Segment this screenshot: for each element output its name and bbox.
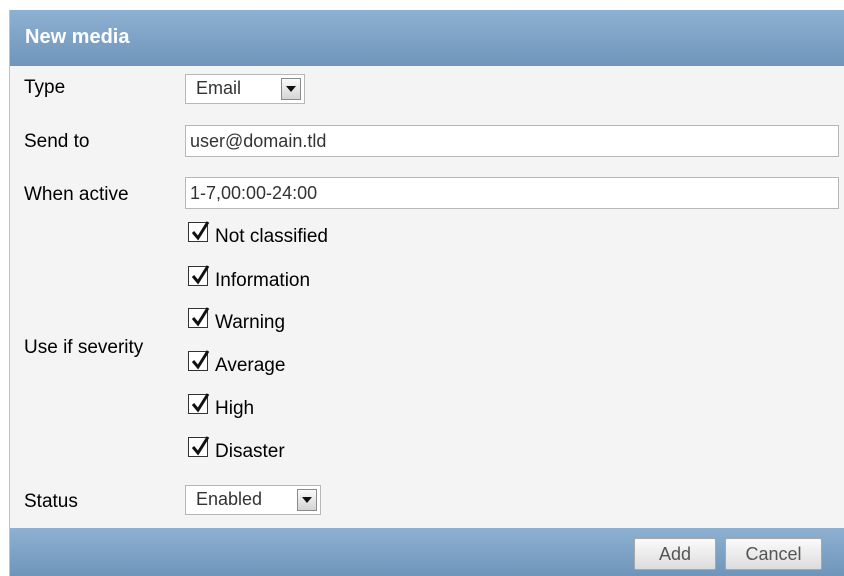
checkbox-checked[interactable] — [188, 221, 210, 242]
status-select[interactable]: Enabled — [185, 485, 321, 515]
dialog-footer: Add Cancel — [10, 528, 844, 576]
checkbox-checked[interactable] — [188, 393, 210, 414]
type-select[interactable]: Email — [185, 74, 305, 104]
dialog-title: New media — [25, 26, 130, 48]
check-icon — [191, 393, 210, 413]
checkbox-label: Disaster — [215, 441, 285, 462]
dialog-header: New media — [10, 10, 844, 66]
new-media-dialog: New media Type Email Send to When active… — [9, 10, 844, 576]
check-icon — [191, 307, 210, 327]
chevron-down-icon — [281, 78, 301, 100]
checkbox-label: High — [215, 398, 255, 419]
type-select-value: Email — [196, 78, 242, 98]
check-icon — [191, 436, 210, 456]
checkbox-checked[interactable] — [188, 436, 210, 457]
chevron-down-icon — [297, 489, 317, 511]
checkbox-checked[interactable] — [188, 350, 210, 371]
checkbox-checked[interactable] — [188, 307, 210, 328]
checkbox-label: Not classified — [215, 226, 328, 247]
status-select-value: Enabled — [196, 489, 263, 509]
checkbox-label: Warning — [215, 312, 286, 333]
checkbox-checked[interactable] — [188, 265, 210, 286]
check-icon — [191, 265, 210, 285]
check-icon — [191, 221, 210, 241]
checkbox-label: Information — [215, 270, 311, 291]
send-to-label: Send to — [24, 131, 90, 152]
add-button[interactable]: Add — [634, 538, 716, 570]
check-icon — [191, 350, 210, 370]
cancel-button[interactable]: Cancel — [725, 538, 822, 570]
when-active-label: When active — [24, 184, 129, 205]
status-label: Status — [24, 491, 78, 512]
when-active-input[interactable] — [185, 177, 839, 209]
severity-label: Use if severity — [24, 337, 144, 358]
type-label: Type — [24, 77, 66, 98]
send-to-input[interactable] — [185, 125, 839, 157]
checkbox-label: Average — [215, 355, 286, 376]
